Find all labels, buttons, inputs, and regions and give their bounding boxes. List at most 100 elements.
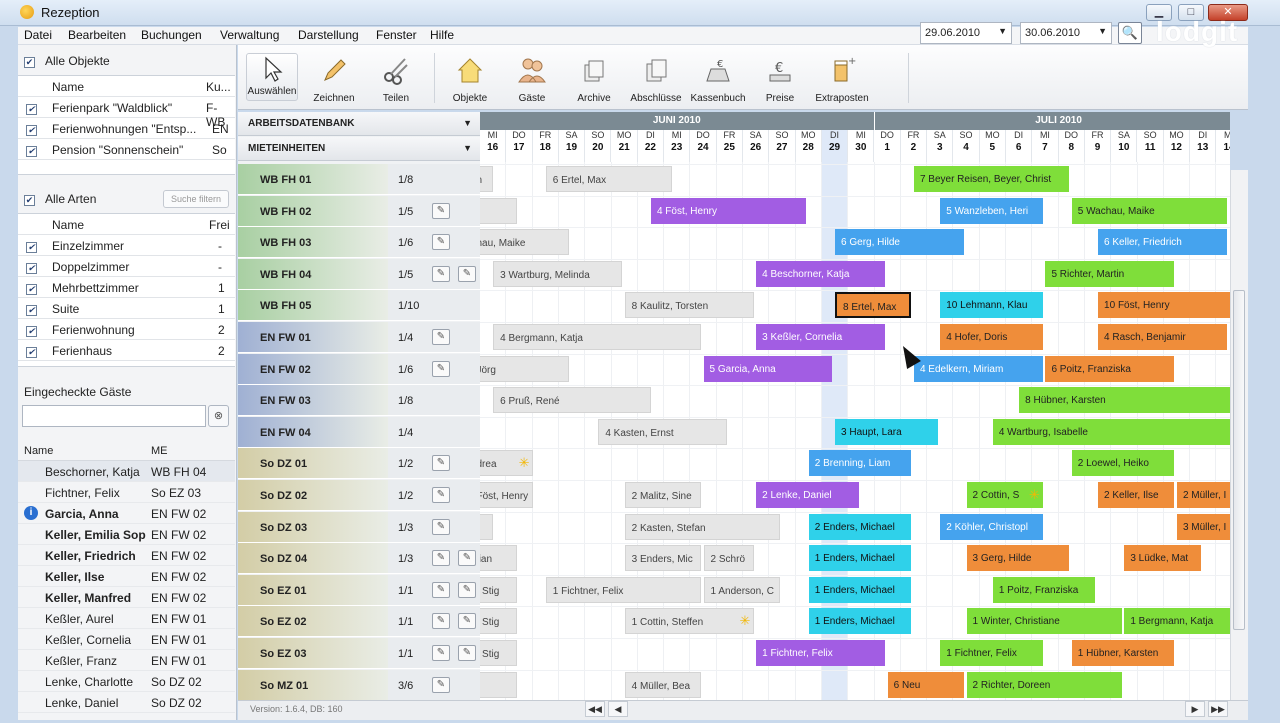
booking-bar[interactable]: 1 Enders, Michael	[808, 608, 912, 635]
booking-bar[interactable]: 10 Föst, Henry	[1098, 292, 1230, 319]
booking-bar[interactable]: 1 Fichtner, Felix	[940, 640, 1043, 666]
booking-bar[interactable]: 2 Kasten, Stefan	[624, 513, 780, 540]
booking-bar[interactable]: 1 Bergmann, Katja	[1124, 608, 1230, 635]
booking-bar[interactable]: 2 Schrö	[703, 545, 754, 572]
guest-row[interactable]: Keller, Emilia Sop EN FW 02	[18, 524, 235, 545]
booking-bar[interactable]: 1 Enders, Michael	[808, 545, 912, 572]
booking-bar[interactable]: 3 Gerg, Hilde	[966, 545, 1070, 572]
guest-row[interactable]: Keller, Manfred EN FW 02	[18, 587, 235, 608]
unit-row[interactable]: So DZ 04 1/3 ✎ ✎	[238, 543, 480, 575]
booking-bar[interactable]: 2 Enders, Michael	[808, 513, 912, 540]
clear-search-icon[interactable]: ⊗	[208, 405, 229, 427]
booking-bar[interactable]: 1 Poitz, Franziska	[992, 576, 1096, 603]
notes-icon[interactable]: ✎	[458, 613, 476, 630]
unit-row[interactable]: WB FH 02 1/5 ✎	[238, 195, 480, 227]
notes-icon[interactable]: ✎	[458, 265, 476, 282]
booking-calendar[interactable]: JUNI 2010 JULI 2010 MI 16 DO 17 FR 18 SA 19 SO 20 MO…	[480, 112, 1230, 700]
booking-bar[interactable]: 4 Bergmann, Katja	[493, 324, 701, 350]
booking-bar[interactable]: 3 Müller, I	[1176, 513, 1230, 540]
unit-row[interactable]: EN FW 04 1/4	[238, 416, 480, 448]
type-row[interactable]: ✔ Ferienwohnung 2	[18, 319, 235, 340]
booking-bar[interactable]: 5 Wachau, Maike	[1071, 197, 1227, 224]
object-row[interactable]: ✔ Ferienpark "Waldblick" F-WB	[18, 97, 235, 129]
booking-bar[interactable]: 6 Neu	[887, 671, 964, 698]
booking-bar[interactable]	[480, 671, 517, 698]
booking-bar[interactable]: 5 Wanzleben, Heri	[940, 197, 1043, 224]
unit-row[interactable]: WB FH 03 1/6 ✎	[238, 227, 480, 259]
notes-icon[interactable]: ✎	[458, 550, 476, 567]
notes-icon[interactable]: ✎	[432, 645, 450, 661]
notes-icon[interactable]: ✎	[432, 234, 450, 251]
booking-bar[interactable]: 1 Fichtner, Felix	[756, 640, 885, 666]
menu-datei[interactable]: Datei	[24, 28, 52, 42]
split-tool[interactable]: Teilen	[366, 55, 426, 104]
checkbox[interactable]: ✔	[26, 242, 37, 253]
notes-icon[interactable]: ✎	[432, 360, 450, 377]
unit-row[interactable]: So MZ 01 3/6 ✎	[238, 669, 480, 701]
menu-hilfe[interactable]: Hilfe	[430, 28, 454, 42]
booking-bar[interactable]: , Stig	[480, 608, 517, 635]
notes-icon[interactable]: ✎	[432, 487, 450, 503]
booking-bar[interactable]: 1 Hübner, Karsten	[1071, 640, 1175, 666]
booking-bar[interactable]: 4 Wartburg, Isabelle	[992, 418, 1230, 445]
guest-row[interactable]: Beschorner, Katja WB FH 04	[18, 461, 235, 482]
all-objects-checkbox[interactable]: ✔	[24, 54, 35, 68]
guest-row[interactable]: Garcia, Anna EN FW 02 i	[18, 503, 235, 524]
booking-bar[interactable]: 1 Enders, Michael	[808, 576, 912, 603]
unit-row[interactable]: EN FW 03 1/8	[238, 385, 480, 417]
notes-icon[interactable]: ✎	[432, 581, 450, 598]
booking-bar[interactable]: 8 Hübner, Karsten	[1019, 387, 1230, 414]
checkbox[interactable]: ✔	[26, 284, 37, 295]
booking-bar[interactable]: 4 Kasten, Ernst	[598, 418, 728, 445]
prices-button[interactable]: € Preise	[750, 55, 810, 104]
checkbox[interactable]: ✔	[26, 146, 37, 157]
type-row[interactable]: ✔ Ferienhaus 2	[18, 340, 235, 361]
booking-bar[interactable]: 3 Enders, Mic	[624, 545, 701, 572]
booking-bar[interactable]: 2 Richter, Doreen	[966, 671, 1122, 698]
booking-bar[interactable]: n	[480, 166, 494, 192]
booking-bar[interactable]: 4 Beschorner, Katja	[756, 260, 885, 287]
booking-bar[interactable]	[480, 197, 517, 224]
booking-bar[interactable]: 2 Loewel, Heiko	[1071, 450, 1175, 477]
notes-icon[interactable]: ✎	[432, 455, 450, 472]
unit-row[interactable]: EN FW 01 1/4 ✎	[238, 322, 480, 353]
booking-bar[interactable]: 10 Lehmann, Klau	[940, 292, 1043, 319]
notes-icon[interactable]: ✎	[432, 676, 450, 693]
booking-bar[interactable]: 6 Ertel, Max	[545, 166, 672, 192]
scroll-back-fast-button[interactable]: ◀◀	[585, 701, 605, 717]
unit-row[interactable]: WB FH 04 1/5 ✎ ✎	[238, 258, 480, 290]
unit-row[interactable]: So EZ 03 1/1 ✎ ✎	[238, 638, 480, 669]
checkbox[interactable]: ✔	[26, 326, 37, 337]
booking-bar[interactable]: 2 Müller, I	[1176, 482, 1230, 508]
booking-bar[interactable]: 2 Keller, Ilse	[1098, 482, 1175, 508]
checkbox[interactable]: ✔	[26, 305, 37, 316]
notes-icon[interactable]: ✎	[458, 581, 476, 598]
booking-bar[interactable]: 1 Anderson, C	[703, 576, 780, 603]
booking-bar[interactable]: 2 Lenke, Daniel	[756, 482, 859, 508]
booking-bar[interactable]: 1 Fichtner, Felix	[545, 576, 701, 603]
unit-row[interactable]: WB FH 05 1/10	[238, 290, 480, 322]
booking-bar[interactable]: Föst, Henry	[480, 482, 533, 508]
checkbox[interactable]: ✔	[26, 347, 37, 358]
guest-row[interactable]: Keßler, Franz EN FW 01	[18, 650, 235, 671]
guest-row[interactable]: Keller, Friedrich EN FW 02	[18, 545, 235, 566]
guest-row[interactable]: Lenke, Charlotte So DZ 02	[18, 671, 235, 692]
booking-bar[interactable]: 3 Keßler, Cornelia	[756, 324, 885, 350]
cashbook-button[interactable]: € Kassenbuch	[688, 55, 748, 104]
booking-bar[interactable]: 5 Richter, Martin	[1045, 260, 1175, 287]
booking-bar[interactable]: 4 Müller, Bea	[624, 671, 701, 698]
booking-bar[interactable]: Jörg	[480, 355, 570, 382]
notes-icon[interactable]: ✎	[432, 550, 450, 567]
menu-fenster[interactable]: Fenster	[376, 28, 417, 42]
guest-row[interactable]: Lenke, Daniel So DZ 02	[18, 692, 235, 713]
menu-darstellung[interactable]: Darstellung	[298, 28, 359, 42]
booking-bar[interactable]: 6 Gerg, Hilde	[835, 229, 964, 256]
notes-icon[interactable]: ✎	[432, 329, 450, 345]
notes-icon[interactable]: ✎	[432, 518, 450, 535]
database-dropdown[interactable]: ARBEITSDATENBANK ▼	[238, 112, 480, 136]
objects-button[interactable]: Objekte	[440, 55, 500, 104]
booking-bar[interactable]: 1 Cottin, Steffen	[624, 608, 754, 635]
menu-buchungen[interactable]: Buchungen	[141, 28, 202, 42]
scroll-back-button[interactable]: ◀	[608, 701, 628, 717]
guest-row[interactable]: Keßler, Cornelia EN FW 01	[18, 629, 235, 650]
